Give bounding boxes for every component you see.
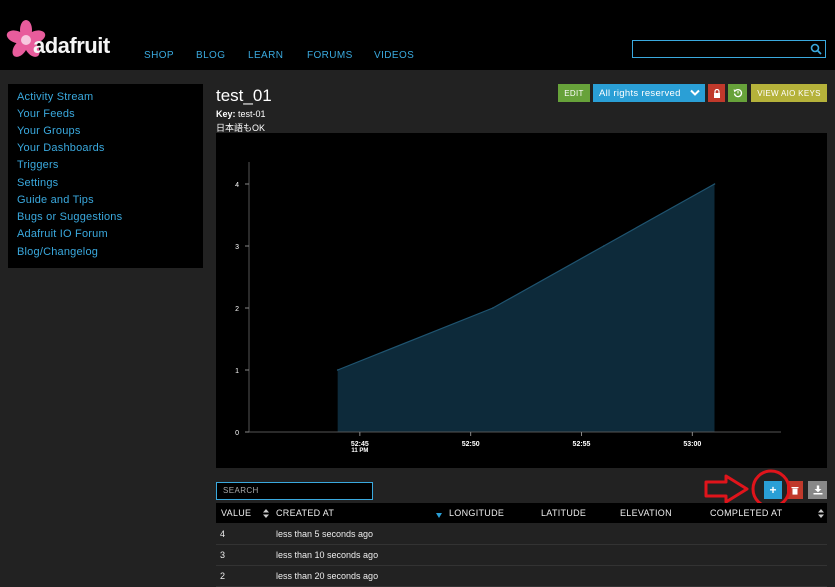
cell-created-at: less than 10 seconds ago	[276, 550, 379, 560]
download-button[interactable]	[808, 481, 827, 499]
cell-value: 3	[220, 550, 226, 560]
brand-wordmark: adafruit	[33, 33, 110, 58]
sidebar-item-blog-changelog[interactable]: Blog/Changelog	[17, 246, 98, 258]
edit-button[interactable]: EDIT	[558, 84, 590, 102]
feed-key: Key: test-01	[216, 109, 266, 119]
cell-created-at: less than 5 seconds ago	[276, 529, 374, 539]
y-tick-label-2: 2	[235, 306, 239, 313]
chevron-down-icon	[690, 89, 700, 96]
table-search-input[interactable]: SEARCH	[216, 482, 373, 500]
cell-value: 4	[220, 529, 226, 539]
x-tick-label-3: 53:00	[683, 441, 701, 448]
series-area	[337, 184, 715, 432]
x-tick-label-0: 52:45	[351, 441, 369, 448]
y-tick-label-4: 4	[235, 182, 239, 189]
download-icon	[813, 485, 822, 495]
search-icon[interactable]	[810, 43, 822, 55]
sidebar-item-triggers[interactable]: Triggers	[17, 159, 59, 171]
lock-icon	[713, 88, 720, 98]
data-point-3	[713, 183, 716, 185]
nav-blog[interactable]: BLOG	[196, 50, 225, 61]
top-header: adafruit SHOP BLOG LEARN FORUMS VIDEOS	[0, 0, 835, 70]
nav-learn[interactable]: LEARN	[248, 50, 283, 61]
trash-icon	[791, 486, 799, 495]
data-point-0	[336, 369, 339, 371]
data-point-1	[492, 307, 494, 309]
sidebar-item-your-groups[interactable]: Your Groups	[17, 125, 81, 137]
data-point-2	[602, 245, 605, 247]
sidebar-item-guide-and-tips[interactable]: Guide and Tips	[17, 194, 94, 206]
sidebar-item-settings[interactable]: Settings	[17, 177, 58, 189]
sort-icon[interactable]	[263, 509, 269, 518]
annotation-arrow-icon	[704, 474, 749, 504]
sidebar-item-bugs-suggestions[interactable]: Bugs or Suggestions	[17, 211, 122, 223]
table-row[interactable]: 4 less than 5 seconds ago	[216, 524, 827, 545]
y-tick-label-1: 1	[235, 368, 239, 375]
nav-forums[interactable]: FORUMS	[307, 50, 353, 61]
delete-data-button[interactable]	[787, 481, 803, 499]
site-search-input[interactable]	[632, 40, 826, 58]
sidebar-item-activity-stream[interactable]: Activity Stream	[17, 91, 93, 103]
feed-key-label: Key:	[216, 109, 236, 119]
y-tick-label-3: 3	[235, 244, 239, 251]
column-elevation[interactable]: ELEVATION	[620, 508, 672, 518]
feed-key-value: test-01	[238, 109, 266, 119]
x-tick-label-2: 52:55	[573, 441, 591, 448]
privacy-lock-button[interactable]	[708, 84, 725, 102]
column-longitude[interactable]: LONGITUDE	[449, 508, 504, 518]
cell-value: 2	[220, 571, 226, 581]
page-title: test_01	[216, 86, 272, 105]
sidebar-item-adafruit-io-forum[interactable]: Adafruit IO Forum	[17, 228, 108, 240]
x-tick-label-1: 52:50	[462, 441, 480, 448]
nav-videos[interactable]: VIDEOS	[374, 50, 414, 61]
history-button[interactable]	[728, 84, 747, 102]
table-header: VALUE CREATED AT LONGITUDE LATITUDE ELEV…	[216, 503, 827, 523]
chart-svg: 0 1 2 3 4 52:4511 PM 52:50 52:55 53:00	[235, 162, 781, 454]
history-icon	[733, 88, 742, 98]
sort-desc-icon[interactable]	[436, 513, 442, 518]
view-aio-keys-button[interactable]: VIEW AIO KEYS	[751, 84, 827, 102]
add-data-button[interactable]: +	[764, 481, 782, 499]
column-created-at[interactable]: CREATED AT	[276, 508, 334, 518]
sidebar-item-your-dashboards[interactable]: Your Dashboards	[17, 142, 105, 154]
column-value[interactable]: VALUE	[221, 508, 251, 518]
feed-chart: 0 1 2 3 4 52:45 11 PM 52:50 52:55 53:00	[216, 133, 827, 468]
license-dropdown[interactable]: All rights reserved	[593, 84, 705, 102]
x-tick-sublabel: 11 PM	[351, 448, 368, 454]
sort-icon[interactable]	[818, 509, 824, 518]
adafruit-logo[interactable]: adafruit	[6, 20, 118, 60]
cell-created-at: less than 20 seconds ago	[276, 571, 379, 581]
license-dropdown-label: All rights reserved	[599, 87, 681, 99]
sidebar: Activity Stream Your Feeds Your Groups Y…	[8, 84, 203, 268]
y-tick-label-0: 0	[235, 430, 239, 437]
column-completed-at[interactable]: COMPLETED AT	[710, 508, 782, 518]
sidebar-item-your-feeds[interactable]: Your Feeds	[17, 108, 75, 120]
nav-shop[interactable]: SHOP	[144, 50, 174, 61]
table-row[interactable]: 3 less than 10 seconds ago	[216, 545, 827, 566]
plus-icon: +	[769, 483, 777, 497]
column-latitude[interactable]: LATITUDE	[541, 508, 586, 518]
